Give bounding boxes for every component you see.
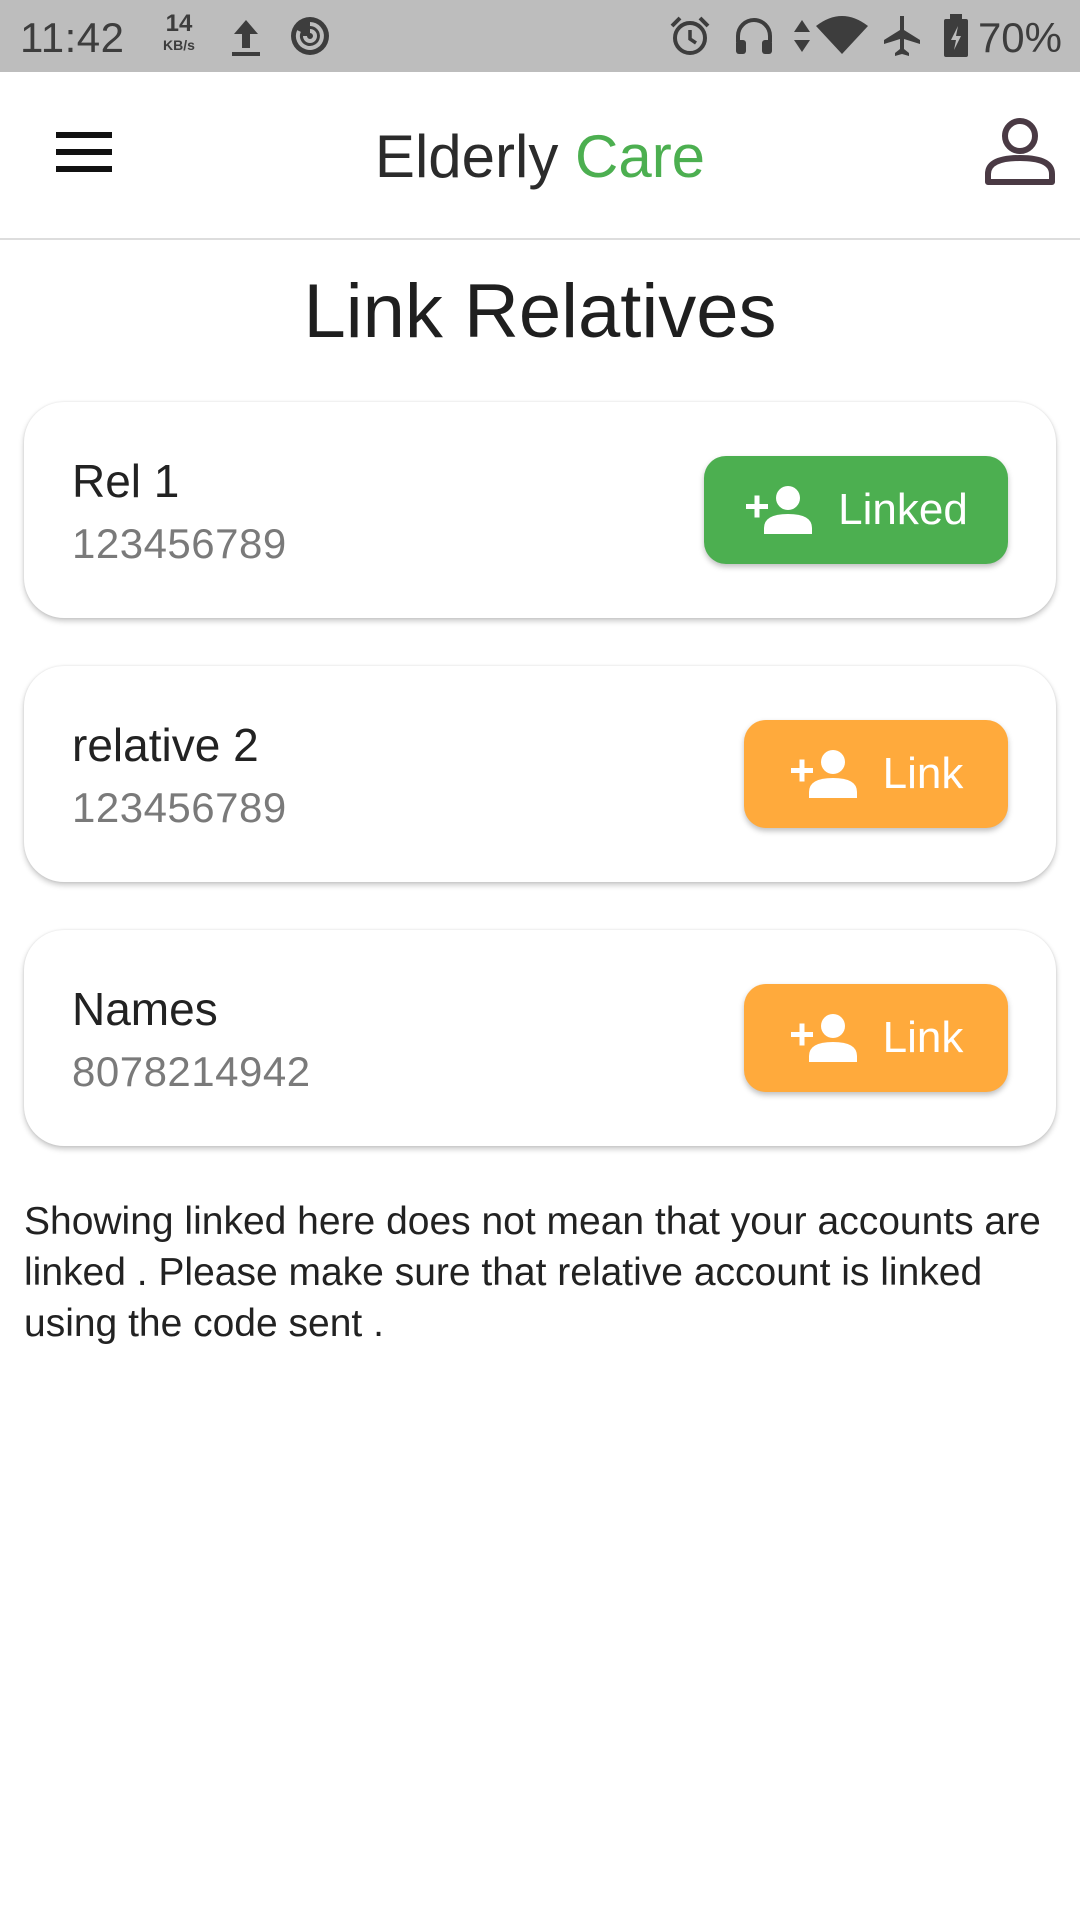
relative-card: Rel 1 123456789 Linked: [24, 402, 1056, 618]
app-title: Elderly Care: [0, 122, 1080, 191]
status-time: 11:42: [20, 14, 125, 61]
upload-icon: [222, 12, 270, 60]
network-speed-value: 14: [165, 10, 193, 37]
alarm-icon: [666, 12, 714, 60]
person-add-icon: [790, 1014, 857, 1062]
relative-card: Names 8078214942 Link: [24, 930, 1056, 1146]
app-title-accent: Care: [575, 123, 706, 190]
account-icon: [985, 118, 1055, 185]
status-bar: 11:42 14 KB/s 70%: [0, 0, 1080, 72]
link-button[interactable]: Link: [744, 984, 1008, 1092]
airplane-icon: [878, 12, 926, 60]
link-button-label: Link: [882, 749, 964, 798]
relative-name: relative 2: [72, 719, 259, 771]
app-bar: Elderly Care: [0, 72, 1080, 240]
link-button-label: Link: [882, 1013, 964, 1062]
app-title-main: Elderly: [374, 123, 559, 190]
sync-icon: [286, 12, 334, 60]
relative-name: Rel 1: [72, 455, 180, 507]
page-title: Link Relatives: [303, 269, 777, 354]
relative-name: Names: [72, 983, 218, 1035]
person-add-icon: [790, 750, 857, 798]
headset-icon: [730, 12, 778, 60]
linked-button-label: Linked: [838, 485, 968, 534]
link-button[interactable]: Link: [744, 720, 1008, 828]
wifi-icon: [814, 12, 870, 60]
person-add-icon: [746, 486, 813, 534]
data-arrows-icon: [788, 12, 816, 60]
battery-percent: 70%: [977, 14, 1062, 61]
network-speed: 14 KB/s: [158, 10, 200, 53]
relative-phone: 123456789: [72, 784, 287, 831]
linked-button[interactable]: Linked: [704, 456, 1008, 564]
relative-phone: 8078214942: [72, 1048, 311, 1095]
profile-button[interactable]: [982, 112, 1058, 188]
relative-card: relative 2 123456789 Link: [24, 666, 1056, 882]
relative-phone: 123456789: [72, 520, 287, 567]
network-speed-unit: KB/s: [163, 37, 195, 53]
battery-icon: [940, 12, 972, 60]
link-disclaimer-note: Showing linked here does not mean that y…: [24, 1200, 1041, 1345]
